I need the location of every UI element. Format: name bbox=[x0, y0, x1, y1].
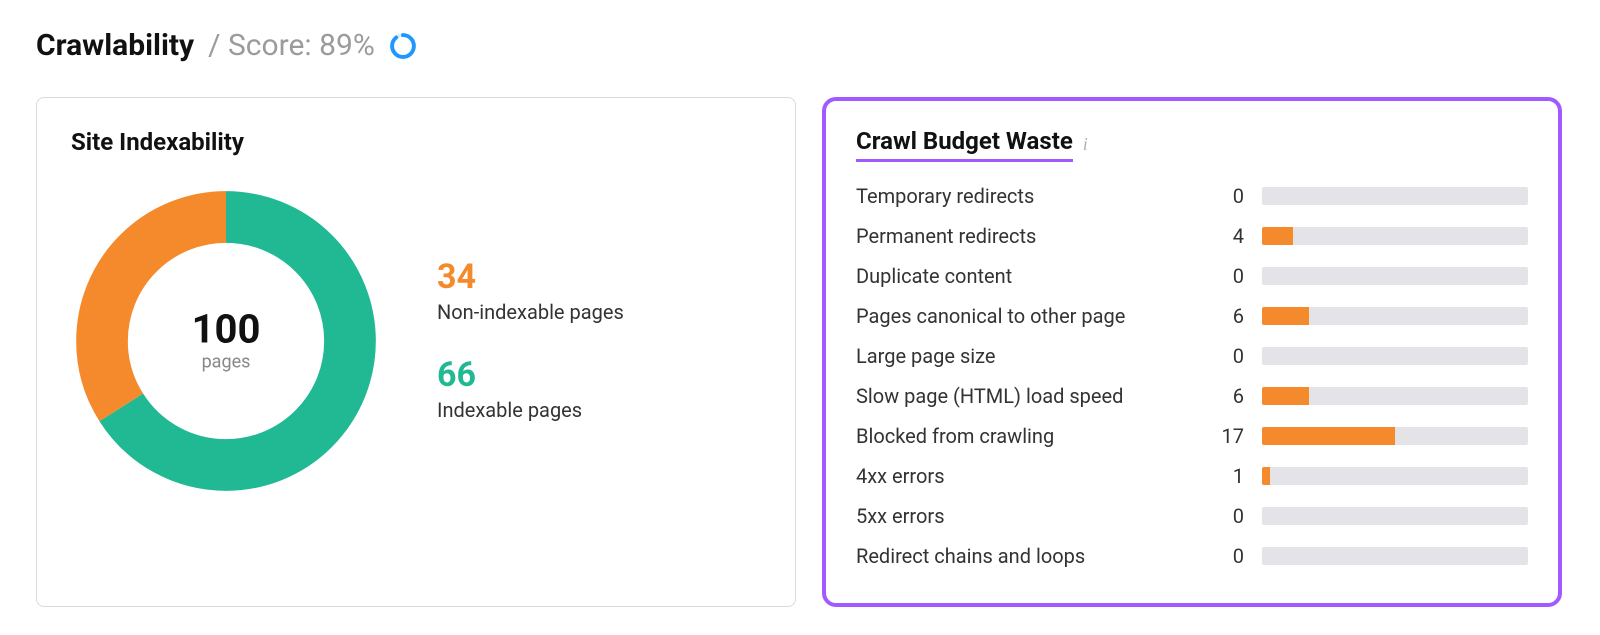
budget-row-value: 0 bbox=[1204, 264, 1244, 288]
budget-row[interactable]: Large page size 0 bbox=[856, 344, 1528, 368]
score-text: / Score: 89% bbox=[208, 28, 375, 63]
budget-row-label: Permanent redirects bbox=[856, 224, 1186, 248]
budget-row-bar-fill bbox=[1262, 467, 1270, 485]
budget-row-bar bbox=[1262, 387, 1528, 405]
budget-row-bar-fill bbox=[1262, 227, 1293, 245]
budget-row-label: Blocked from crawling bbox=[856, 424, 1186, 448]
donut-center: 100 pages bbox=[192, 310, 261, 373]
budget-row[interactable]: Temporary redirects 0 bbox=[856, 184, 1528, 208]
budget-row-bar bbox=[1262, 267, 1528, 285]
page-header: Crawlability / Score: 89% bbox=[36, 28, 1564, 63]
budget-row-label: 5xx errors bbox=[856, 504, 1186, 528]
budget-row-bar bbox=[1262, 187, 1528, 205]
budget-row[interactable]: Blocked from crawling 17 bbox=[856, 424, 1528, 448]
budget-row-bar bbox=[1262, 227, 1528, 245]
budget-row-value: 0 bbox=[1204, 344, 1244, 368]
budget-row-bar bbox=[1262, 547, 1528, 565]
budget-row-label: Pages canonical to other page bbox=[856, 304, 1186, 328]
indexability-donut[interactable]: 100 pages bbox=[71, 186, 381, 496]
budget-row[interactable]: Permanent redirects 4 bbox=[856, 224, 1528, 248]
indexability-body: 100 pages 34 Non-indexable pages 66 Inde… bbox=[71, 186, 761, 496]
budget-row-bar-fill bbox=[1262, 427, 1395, 445]
budget-row[interactable]: 5xx errors 0 bbox=[856, 504, 1528, 528]
budget-row-bar-fill bbox=[1262, 307, 1309, 325]
crawl-budget-title: Crawl Budget Waste bbox=[856, 127, 1073, 162]
budget-row-label: Temporary redirects bbox=[856, 184, 1186, 208]
budget-row[interactable]: Duplicate content 0 bbox=[856, 264, 1528, 288]
budget-row-value: 4 bbox=[1204, 224, 1244, 248]
budget-row-bar bbox=[1262, 507, 1528, 525]
donut-total-value: 100 bbox=[192, 310, 261, 350]
crawl-budget-title-row: Crawl Budget Waste i bbox=[856, 127, 1528, 184]
budget-row-bar bbox=[1262, 347, 1528, 365]
budget-row[interactable]: Slow page (HTML) load speed 6 bbox=[856, 384, 1528, 408]
budget-row-value: 1 bbox=[1204, 464, 1244, 488]
budget-row[interactable]: Pages canonical to other page 6 bbox=[856, 304, 1528, 328]
budget-row-value: 0 bbox=[1204, 184, 1244, 208]
budget-row-label: Duplicate content bbox=[856, 264, 1186, 288]
budget-row-bar bbox=[1262, 307, 1528, 325]
budget-row-label: Large page size bbox=[856, 344, 1186, 368]
non-indexable-value: 34 bbox=[437, 260, 624, 294]
budget-row-value: 6 bbox=[1204, 384, 1244, 408]
non-indexable-label: Non-indexable pages bbox=[437, 300, 624, 324]
budget-row-label: Redirect chains and loops bbox=[856, 544, 1186, 568]
budget-row-bar bbox=[1262, 427, 1528, 445]
budget-row[interactable]: 4xx errors 1 bbox=[856, 464, 1528, 488]
score-ring-icon bbox=[389, 32, 417, 60]
crawl-budget-list: Temporary redirects 0 Permanent redirects 4… bbox=[856, 184, 1528, 568]
indexable-value: 66 bbox=[437, 358, 624, 392]
page-title: Crawlability bbox=[36, 28, 194, 63]
budget-row-bar bbox=[1262, 467, 1528, 485]
indexability-legend: 34 Non-indexable pages 66 Indexable page… bbox=[437, 260, 624, 422]
legend-non-indexable[interactable]: 34 Non-indexable pages bbox=[437, 260, 624, 324]
site-indexability-title: Site Indexability bbox=[71, 128, 761, 156]
budget-row-label: 4xx errors bbox=[856, 464, 1186, 488]
score-prefix: / Score: bbox=[208, 28, 319, 63]
budget-row[interactable]: Redirect chains and loops 0 bbox=[856, 544, 1528, 568]
budget-row-value: 17 bbox=[1204, 424, 1244, 448]
crawl-budget-panel: Crawl Budget Waste i Temporary redirects… bbox=[822, 97, 1562, 607]
legend-indexable[interactable]: 66 Indexable pages bbox=[437, 358, 624, 422]
budget-row-value: 0 bbox=[1204, 504, 1244, 528]
budget-row-value: 0 bbox=[1204, 544, 1244, 568]
budget-row-label: Slow page (HTML) load speed bbox=[856, 384, 1186, 408]
donut-total-label: pages bbox=[192, 352, 261, 373]
budget-row-bar-fill bbox=[1262, 387, 1309, 405]
indexable-label: Indexable pages bbox=[437, 398, 624, 422]
info-icon[interactable]: i bbox=[1083, 134, 1088, 155]
panels-row: Site Indexability 100 pages 34 bbox=[36, 97, 1564, 607]
score-value: 89% bbox=[319, 28, 375, 63]
site-indexability-panel: Site Indexability 100 pages 34 bbox=[36, 97, 796, 607]
budget-row-value: 6 bbox=[1204, 304, 1244, 328]
